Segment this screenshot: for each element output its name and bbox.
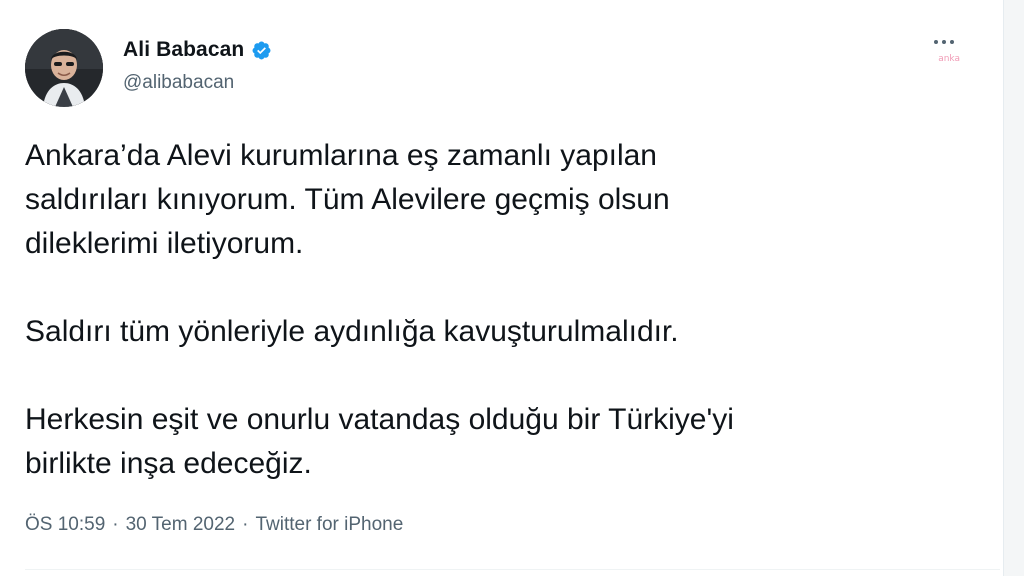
tweet-date[interactable]: 30 Tem 2022 <box>126 514 236 536</box>
tweet-source[interactable]: Twitter for iPhone <box>255 514 403 536</box>
more-dot <box>934 40 938 44</box>
screenshot-frame: Ali Babacan @alibabacan anka Ankara’da A… <box>0 0 1024 576</box>
more-dot <box>950 40 954 44</box>
more-options-icon[interactable] <box>934 40 954 44</box>
meta-separator: · <box>112 514 119 535</box>
tweet-card: Ali Babacan @alibabacan anka Ankara’da A… <box>0 0 1004 576</box>
tweet-paragraph: Ankara’da Alevi kurumlarına eş zamanlı y… <box>25 139 670 260</box>
page-edge <box>1003 0 1024 576</box>
avatar-photo-icon <box>25 29 103 107</box>
author-row: Ali Babacan <box>123 38 272 62</box>
tweet-metadata: ÖS 10:59 · 30 Tem 2022 · Twitter for iPh… <box>25 514 403 536</box>
tweet-paragraph: Saldırı tüm yönleriyle aydınlığa kavuştu… <box>25 315 679 348</box>
tweet-paragraph: Herkesin eşit ve onurlu vatandaş olduğu … <box>25 403 734 480</box>
agency-watermark: anka <box>938 54 960 64</box>
divider <box>25 569 1000 570</box>
avatar[interactable] <box>25 29 103 107</box>
meta-separator: · <box>242 514 249 535</box>
author-name[interactable]: Ali Babacan <box>123 38 244 62</box>
tweet-time[interactable]: ÖS 10:59 <box>25 514 105 536</box>
author-handle[interactable]: @alibabacan <box>123 72 234 94</box>
more-dot <box>942 40 946 44</box>
verified-badge-icon <box>252 41 271 59</box>
tweet-text: Ankara’da Alevi kurumlarına eş zamanlı y… <box>25 134 975 486</box>
